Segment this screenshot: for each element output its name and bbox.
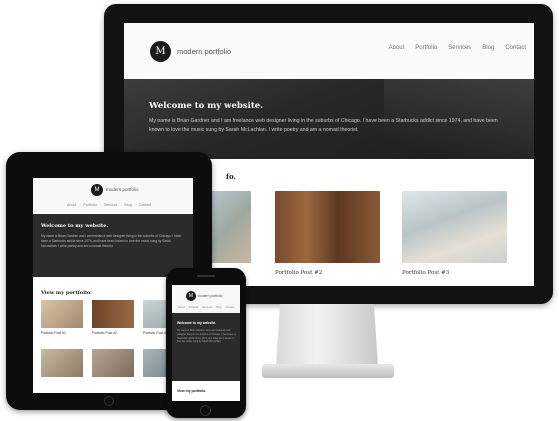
site-header: M modern portfolio About Portfolio Servi… bbox=[33, 178, 193, 214]
portfolio-thumbnail[interactable] bbox=[41, 300, 83, 328]
nav-contact[interactable]: Contact bbox=[225, 306, 234, 309]
site-header: M modern portfolio About Portfolio Servi… bbox=[172, 285, 240, 313]
site-header: M modern portfolio About Portfolio Servi… bbox=[124, 23, 534, 79]
site-logo[interactable]: M bbox=[186, 291, 196, 301]
portfolio-thumbnail[interactable] bbox=[92, 300, 134, 328]
site-logo[interactable]: M bbox=[91, 184, 103, 196]
site-name[interactable]: modern portfolio bbox=[177, 47, 231, 56]
hero-section: Welcome to my website. My name is Brian … bbox=[33, 214, 193, 277]
nav-about[interactable]: About bbox=[389, 45, 405, 51]
portfolio-thumbnail[interactable] bbox=[402, 191, 507, 263]
responsive-mockup: M modern portfolio About Portfolio Servi… bbox=[0, 0, 559, 421]
portfolio-caption[interactable]: Portfolio Post #2 bbox=[92, 331, 117, 335]
portfolio-caption[interactable]: Portfolio Post #3 bbox=[143, 331, 168, 335]
phone-speaker bbox=[197, 275, 215, 277]
portfolio-thumbnail[interactable] bbox=[92, 349, 134, 377]
nav-portfolio[interactable]: Portfolio bbox=[415, 45, 437, 51]
site-name[interactable]: modern portfolio bbox=[198, 294, 223, 298]
main-nav: About Portfolio Services Blog Contact bbox=[389, 45, 526, 51]
hero-text: My name is Brian Gardner and I am freela… bbox=[177, 329, 236, 344]
portfolio-title: fo. bbox=[226, 172, 236, 181]
portfolio-thumbnail[interactable] bbox=[275, 191, 380, 263]
portfolio-caption[interactable]: Portfolio Post #1 bbox=[41, 331, 66, 335]
nav-services[interactable]: Services bbox=[104, 203, 118, 207]
hero-title: Welcome to my website. bbox=[177, 321, 217, 325]
main-nav: About Portfolio Services Blog Contact bbox=[67, 203, 151, 207]
home-button[interactable] bbox=[200, 405, 211, 416]
portfolio-thumbnail[interactable] bbox=[41, 349, 83, 377]
nav-about[interactable]: About bbox=[67, 203, 76, 207]
portfolio-caption[interactable]: Portfolio Post #3 bbox=[402, 270, 449, 276]
portfolio-thumbnail[interactable] bbox=[206, 191, 251, 263]
hero-section: Welcome to my website. My name is Brian … bbox=[124, 79, 534, 215]
home-button[interactable] bbox=[104, 396, 114, 406]
main-nav: About Portfolio Services Blog Contact bbox=[178, 306, 234, 309]
monitor-stand bbox=[276, 304, 378, 366]
nav-contact[interactable]: Contact bbox=[139, 203, 151, 207]
portfolio-title: View my portfolio. bbox=[177, 389, 207, 393]
nav-about[interactable]: About bbox=[178, 306, 185, 309]
nav-portfolio[interactable]: Portfolio bbox=[83, 203, 96, 207]
hero-section: Welcome to my website. My name is Brian … bbox=[172, 313, 240, 381]
portfolio-caption[interactable]: Portfolio Post #2 bbox=[275, 270, 322, 276]
nav-portfolio[interactable]: Portfolio bbox=[189, 306, 199, 309]
phone-device: M modern portfolio About Portfolio Servi… bbox=[166, 268, 246, 418]
nav-blog[interactable]: Blog bbox=[482, 45, 494, 51]
site-logo[interactable]: M bbox=[150, 40, 171, 62]
portfolio-title: View my portfolio. bbox=[41, 290, 92, 296]
hero-text: My name is Brian Gardner and I am freela… bbox=[41, 234, 181, 248]
site-name[interactable]: modern portfolio bbox=[106, 187, 139, 192]
monitor-base bbox=[262, 364, 394, 378]
nav-blog[interactable]: Blog bbox=[216, 306, 221, 309]
hero-title: Welcome to my website. bbox=[41, 223, 109, 229]
phone-screen: M modern portfolio About Portfolio Servi… bbox=[172, 285, 240, 401]
hero-title: Welcome to my website. bbox=[149, 101, 264, 111]
nav-services[interactable]: Services bbox=[448, 45, 471, 51]
nav-blog[interactable]: Blog bbox=[124, 203, 131, 207]
nav-services[interactable]: Services bbox=[202, 306, 212, 309]
nav-contact[interactable]: Contact bbox=[505, 45, 526, 51]
